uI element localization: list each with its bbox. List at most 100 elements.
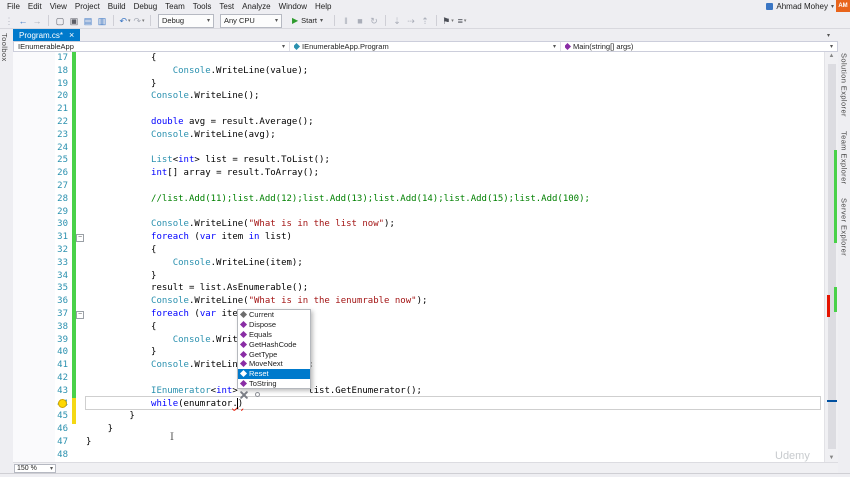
pause-icon[interactable]: ‖ [340,14,352,28]
toolbar-drag-handle-icon[interactable]: ⋮ [3,14,15,28]
code-line-31[interactable]: 31 foreach (var item in list) [13,231,824,244]
menu-analyze[interactable]: Analyze [238,0,274,13]
tab-program-cs[interactable]: Program.cs* × [13,29,81,41]
completion-item-dispose[interactable]: Dispose [238,320,310,330]
step-out-icon[interactable]: ⇡ [419,14,431,28]
code-line-24[interactable]: 24 [13,142,824,155]
code-line-42[interactable]: 42 [13,372,824,385]
code-line-29[interactable]: 29 [13,206,824,219]
code-line-30[interactable]: 30 Console.WriteLine("What is in the lis… [13,218,824,231]
code-line-18[interactable]: 18 Console.WriteLine(value); [13,65,824,78]
code-line-36[interactable]: 36 Console.WriteLine("What is in the ien… [13,295,824,308]
line-text: } [86,270,157,281]
code-line-32[interactable]: 32 { [13,244,824,257]
code-line-46[interactable]: 46 } [13,423,824,436]
navigate-backward-icon[interactable]: ← [17,14,29,28]
zoom-control[interactable]: 150 % ▾ [14,463,56,473]
navigate-forward-icon[interactable]: → [31,14,43,28]
code-line-45[interactable]: 45 } [13,410,824,423]
code-line-43[interactable]: 43 IEnumerator<int> list.GetEnumerator()… [13,385,824,398]
completion-item-tostring[interactable]: ToString [238,379,310,389]
code-line-37[interactable]: 37 foreach (var ite [13,308,824,321]
side-tab-server-explorer[interactable]: Server Explorer [840,198,849,256]
code-line-48[interactable]: 48 [13,449,824,462]
text-options-icon[interactable]: ≡ ▾ [456,14,468,28]
code-line-22[interactable]: 22 double avg = result.Average(); [13,116,824,129]
code-line-35[interactable]: 35 result = list.AsEnumerable(); [13,282,824,295]
menu-test[interactable]: Test [215,0,238,13]
line-text: { [86,321,157,332]
menu-help[interactable]: Help [311,0,335,13]
redo-icon[interactable]: ↷ ▾ [133,14,145,28]
code-line-33[interactable]: 33 Console.WriteLine(item); [13,257,824,270]
code-line-39[interactable]: 39 Console.Writ [13,334,824,347]
menu-team[interactable]: Team [161,0,189,13]
menu-window[interactable]: Window [275,0,311,13]
menu-tools[interactable]: Tools [189,0,216,13]
code-line-34[interactable]: 34 } [13,270,824,283]
save-icon[interactable]: ▤ [82,14,94,28]
undo-icon[interactable]: ↶ ▾ [119,14,131,28]
completion-item-gethashcode[interactable]: GetHashCode [238,339,310,349]
completion-item-reset[interactable]: Reset [238,368,310,379]
code-line-40[interactable]: 40 } [13,346,824,359]
fold-toggle-icon[interactable]: − [76,234,84,242]
type-dropdown[interactable]: IEnumerableApp.Program ▾ [290,42,561,51]
start-debugging-button[interactable]: ▶ Start ▾ [288,15,327,27]
code-line-17[interactable]: 17 { [13,52,824,65]
code-line-25[interactable]: 25 List<int> list = result.ToList(); [13,154,824,167]
scroll-down-icon[interactable]: ▼ [825,455,838,461]
code-line-19[interactable]: 19 } [13,78,824,91]
completion-item-gettype[interactable]: GetType [238,349,310,359]
menu-file[interactable]: File [3,0,24,13]
completion-item-current[interactable]: Current [238,310,310,320]
code-line-47[interactable]: 47} [13,436,824,449]
horizontal-scrollbar[interactable] [56,464,838,473]
code-line-23[interactable]: 23 Console.WriteLine(avg); [13,129,824,142]
avatar[interactable]: AM [836,0,850,12]
side-tab-solution-explorer[interactable]: Solution Explorer [840,53,849,117]
close-icon[interactable]: × [69,30,74,40]
code-line-26[interactable]: 26 int[] array = result.ToArray(); [13,167,824,180]
line-number: 25 [57,155,68,166]
code-editor[interactable]: 17 {18 Console.WriteLine(value); 19 } 20 C… [13,52,824,462]
scroll-up-icon[interactable]: ▲ [825,53,838,59]
step-over-icon[interactable]: ⇢ [405,14,417,28]
step-into-icon[interactable]: ⇣ [391,14,403,28]
solution-configuration-dropdown[interactable]: Debug ▾ [158,13,214,28]
new-file-icon[interactable]: ▢ [54,14,66,28]
member-dropdown[interactable]: Main(string[] args) ▾ [561,42,837,51]
user-status-icon[interactable] [766,3,774,10]
vertical-scrollbar[interactable]: ▲ ▼ [824,52,838,462]
bookmark-icon[interactable]: ⚑ ▾ [442,14,454,28]
side-tab-toolbox[interactable]: Toolbox [0,33,9,62]
save-all-icon[interactable]: ▥ [96,14,108,28]
completion-item-movenext[interactable]: MoveNext [238,359,310,369]
user-name[interactable]: Ahmad Mohey [776,2,828,11]
code-line-20[interactable]: 20 Console.WriteLine(); [13,90,824,103]
code-line-21[interactable]: 21 [13,103,824,116]
menu-view[interactable]: View [46,0,71,13]
menu-edit[interactable]: Edit [24,0,46,13]
code-line-44[interactable]: 44 while(enumrator.) [13,398,824,411]
lightbulb-icon[interactable] [58,399,67,408]
code-line-41[interactable]: 41 Console.WriteLin ); [13,359,824,372]
scrollbar-thumb[interactable] [828,64,836,449]
menu-project[interactable]: Project [71,0,104,13]
restart-icon[interactable]: ↻ [368,14,380,28]
menu-debug[interactable]: Debug [130,0,162,13]
project-dropdown[interactable]: IEnumerableApp ▾ [14,42,290,51]
menu-build[interactable]: Build [104,0,130,13]
quick-actions-icon[interactable] [239,390,249,400]
chevron-down-icon: ▾ [274,18,278,24]
open-file-icon[interactable]: ▣ [68,14,80,28]
solution-platform-dropdown[interactable]: Any CPU ▾ [220,13,282,28]
side-tab-team-explorer[interactable]: Team Explorer [840,131,849,185]
document-list-dropdown-icon[interactable]: ▾ [827,32,830,39]
code-line-28[interactable]: 28 //list.Add(11);list.Add(12);list.Add(… [13,193,824,206]
code-line-38[interactable]: 38 { [13,321,824,334]
code-line-27[interactable]: 27 [13,180,824,193]
stop-icon[interactable]: ■ [354,14,366,28]
completion-item-equals[interactable]: Equals [238,330,310,340]
fold-toggle-icon[interactable]: − [76,311,84,319]
